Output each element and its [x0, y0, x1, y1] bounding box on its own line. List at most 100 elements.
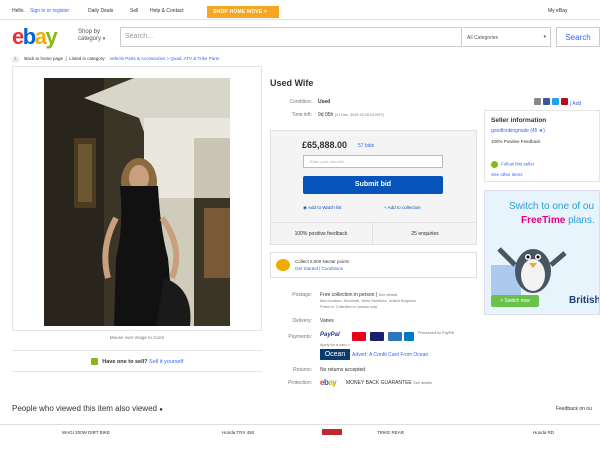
item-photo[interactable]: [44, 78, 230, 326]
postage-value: Free collection in person | See details: [320, 292, 397, 298]
shop-by-category-button[interactable]: Shop by category ▾: [78, 29, 118, 43]
item-title: Used Wife: [270, 78, 314, 88]
have-one-label: Have one to sell?: [102, 359, 148, 365]
logo-letter: e: [12, 24, 24, 49]
search-input[interactable]: Search...: [120, 27, 462, 47]
item-location: Item location: Horsforth, West Yorkshire…: [320, 299, 416, 303]
ad-headline: Switch to one of ou: [509, 201, 595, 212]
ad-plans: plans.: [565, 215, 595, 226]
watchlist-label: Add to Watch list: [307, 205, 342, 210]
delivery-label: Delivery:: [292, 318, 312, 324]
ebay-small-logo: ebay: [320, 378, 337, 387]
amex-icon: [388, 332, 402, 341]
my-ebay-link[interactable]: My eBay: [548, 8, 567, 14]
sell-prompt: Have one to sell? Sell it yourself: [12, 350, 262, 372]
condition-value: Used: [318, 99, 331, 105]
back-link[interactable]: Back to home page: [24, 56, 63, 61]
seller-name-link[interactable]: goodlookingmale (45 ★): [491, 128, 545, 134]
nectar-panel: Collect 5,000 Nectar points Get Started …: [270, 252, 477, 278]
ebay-logo[interactable]: ebay: [12, 26, 76, 48]
eye-icon: ◉: [303, 205, 307, 210]
money-back-guarantee: MONEY BACK GUARANTEE See details: [346, 380, 432, 386]
back-arrow-icon[interactable]: ‹: [12, 56, 19, 63]
logo-letter: y: [45, 24, 57, 49]
divider: [0, 424, 600, 425]
category-path-link[interactable]: Vehicle Parts & Accessories > Quad, ATV …: [110, 56, 220, 61]
signin-link[interactable]: Sign in or register: [30, 8, 69, 14]
submit-bid-button[interactable]: Submit bid: [303, 176, 443, 194]
seller-heading: Seller information: [491, 117, 547, 124]
feedback-link[interactable]: Feedback on ou: [556, 406, 592, 412]
facebook-icon[interactable]: [543, 98, 550, 105]
protection-details-link[interactable]: See details: [413, 381, 432, 385]
postage-text: Free collection in person |: [320, 292, 378, 298]
nectar-links[interactable]: Get Started | Conditions: [295, 266, 343, 271]
visa-icon: [370, 332, 384, 341]
max-bid-input[interactable]: Enter your max bid: [303, 155, 443, 168]
promo-banner[interactable]: SHOP HOME MOVE >: [207, 6, 279, 18]
posts-to: Posts to: Collection in person only: [320, 305, 378, 309]
ocean-logo: Ocean: [320, 349, 350, 360]
thumb-image[interactable]: [322, 429, 342, 435]
twitter-icon[interactable]: [552, 98, 559, 105]
daily-deals-link[interactable]: Daily Deals: [88, 8, 113, 14]
thumb-caption[interactable]: WAGI 200W DIRT BIKE: [62, 430, 110, 435]
thumb-caption[interactable]: TRIKE REAR: [377, 430, 404, 435]
penguin-mascot-icon: [491, 247, 567, 295]
condition-label: Condition:: [289, 99, 312, 105]
pinterest-icon[interactable]: [561, 98, 568, 105]
greeting-text: Hello.: [12, 8, 25, 14]
thumb-caption[interactable]: Honda TRX 450: [222, 430, 254, 435]
plus-icon: +: [384, 205, 387, 210]
top-bar: Hello. Sign in or register Daily Deals S…: [0, 0, 600, 20]
seller-info-panel: Seller information goodlookingmale (45 ★…: [484, 110, 600, 182]
thumb-caption[interactable]: Honda RD: [533, 430, 554, 435]
nectar-points-text: Collect 5,000 Nectar points: [295, 259, 350, 264]
returns-label: Returns:: [293, 367, 312, 373]
feedback-row: 100% positive feedback 25 enquiries: [270, 222, 477, 245]
ad-freetime: FreeTime: [521, 215, 566, 226]
sell-it-yourself-link[interactable]: Sell it yourself: [149, 359, 183, 365]
breadcrumb: ‹ Back to home page | Listed in category…: [12, 56, 600, 66]
current-price: £65,888.00: [302, 140, 348, 150]
timeleft-main: 9d 05h: [318, 112, 334, 118]
info-icon[interactable]: ●: [159, 407, 163, 413]
see-other-items-link[interactable]: See other items: [491, 172, 523, 177]
postage-details-link[interactable]: See details: [379, 293, 398, 297]
british-gas-ad[interactable]: Switch to one of ou FreeTime plans. > Sw…: [484, 190, 600, 315]
processed-by-paypal: Processed by PayPal: [418, 331, 455, 335]
ocean-advert-link[interactable]: Advert: A Credit Card From Ocean: [352, 352, 428, 358]
also-viewed-title: People who viewed this item also viewed: [12, 404, 157, 413]
nectar-logo-icon: [276, 259, 290, 271]
guarantee-text: MONEY BACK GUARANTEE: [346, 380, 412, 386]
delivery-value: Varies: [320, 318, 334, 324]
timeleft-label: Time left:: [291, 112, 312, 118]
ad-brand-logo: British: [569, 295, 600, 306]
sell-link[interactable]: Sell: [130, 8, 138, 14]
logo-letter: y: [332, 378, 337, 387]
category-label: All Categories: [467, 35, 499, 41]
timeleft-detail: (17 Dec, 2019 22:16:03 BST): [334, 113, 385, 117]
collection-label: Add to collection: [387, 205, 421, 210]
seller-feedback: 100% Positive Feedback: [491, 139, 541, 144]
returns-value: No returns accepted: [320, 367, 366, 373]
mastercard-icon: [352, 332, 366, 341]
category-select[interactable]: All Categories ▾: [463, 27, 551, 47]
add-to-watchlist-icon[interactable]: | Add: [570, 101, 581, 107]
email-icon[interactable]: [534, 98, 541, 105]
help-contact-link[interactable]: Help & Contact: [150, 8, 184, 14]
bid-count-link[interactable]: 57 bids: [358, 143, 374, 149]
chevron-down-icon: ▾: [102, 36, 106, 42]
follow-seller-link[interactable]: Follow this seller: [491, 161, 534, 168]
paypal-logo: PayPal: [320, 332, 340, 338]
apply-card-link[interactable]: Apply for a card >: [320, 343, 350, 347]
search-button[interactable]: Search: [556, 27, 600, 47]
chevron-down-icon: ▾: [543, 34, 546, 40]
tag-icon: [90, 358, 98, 366]
switch-now-button[interactable]: > Switch now: [491, 295, 539, 307]
shop-by-label: Shop by category: [78, 29, 102, 42]
add-to-watchlist-button[interactable]: ◉ Add to Watch list: [303, 205, 342, 211]
add-to-collection-button[interactable]: + Add to collection: [384, 205, 421, 210]
positive-feedback-stat: 100% positive feedback: [270, 223, 373, 245]
follow-heart-icon: [491, 161, 498, 168]
